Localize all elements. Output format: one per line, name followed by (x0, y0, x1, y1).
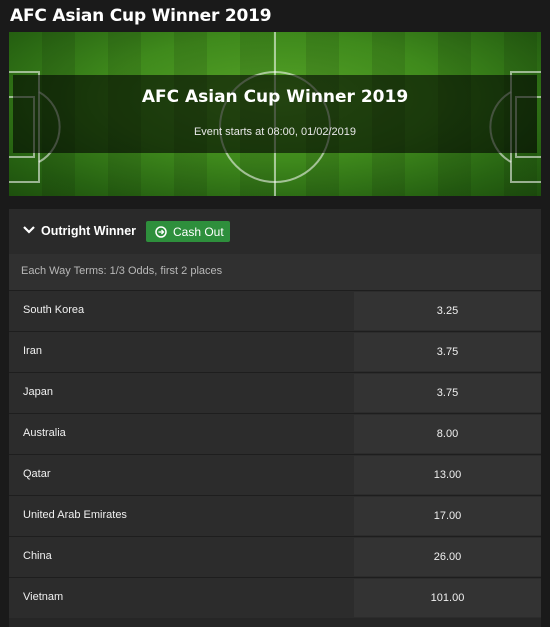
runner-row: Vietnam 101.00 (9, 577, 541, 618)
each-way-terms-text: Each Way Terms: 1/3 Odds, first 2 places (21, 265, 223, 277)
market-header[interactable]: Outright Winner Cash Out (9, 209, 541, 254)
cashout-badge: Cash Out (146, 221, 230, 242)
chevron-down-icon[interactable] (22, 224, 36, 236)
runner-name: Vietnam (23, 591, 64, 603)
runner-name: Iran (23, 345, 42, 357)
runner-row: Japan 3.75 (9, 372, 541, 413)
market-panel: Outright Winner Cash Out Each Way Terms:… (9, 209, 541, 627)
runner-row: Qatar 13.00 (9, 454, 541, 495)
cashout-label: Cash Out (173, 224, 224, 239)
runner-name: China (23, 550, 52, 562)
runner-name: Japan (23, 386, 53, 398)
odds-button[interactable]: 3.25 (354, 292, 541, 330)
runner-row: China 26.00 (9, 536, 541, 577)
runner-row: Australia 8.00 (9, 413, 541, 454)
runner-row: United Arab Emirates 17.00 (9, 495, 541, 536)
odds-button[interactable]: 26.00 (354, 538, 541, 576)
odds-button[interactable]: 13.00 (354, 456, 541, 494)
runner-name: Australia (23, 427, 66, 439)
odds-button[interactable]: 101.00 (354, 579, 541, 617)
page-title: AFC Asian Cup Winner 2019 (10, 6, 272, 26)
runner-name: Qatar (23, 468, 51, 480)
runner-list: South Korea 3.25 Iran 3.75 Japan 3.75 Au… (9, 290, 541, 618)
odds-button[interactable]: 17.00 (354, 497, 541, 535)
runner-row: South Korea 3.25 (9, 290, 541, 331)
cashout-icon (155, 225, 167, 238)
each-way-terms: Each Way Terms: 1/3 Odds, first 2 places (9, 254, 541, 290)
banner-overlay: AFC Asian Cup Winner 2019 Event starts a… (13, 75, 537, 153)
odds-button[interactable]: 3.75 (354, 374, 541, 412)
market-name: Outright Winner (41, 224, 137, 238)
odds-button[interactable]: 3.75 (354, 333, 541, 371)
odds-button[interactable]: 8.00 (354, 415, 541, 453)
banner-title: AFC Asian Cup Winner 2019 (141, 87, 409, 107)
runner-name: South Korea (23, 304, 85, 316)
event-banner: AFC Asian Cup Winner 2019 Event starts a… (9, 32, 541, 196)
runner-name: United Arab Emirates (23, 509, 127, 521)
event-start-time: Event starts at 08:00, 01/02/2019 (193, 126, 357, 138)
runner-row: Iran 3.75 (9, 331, 541, 372)
page: AFC Asian Cup Winner 2019 AFC Asian Cup … (0, 0, 550, 627)
